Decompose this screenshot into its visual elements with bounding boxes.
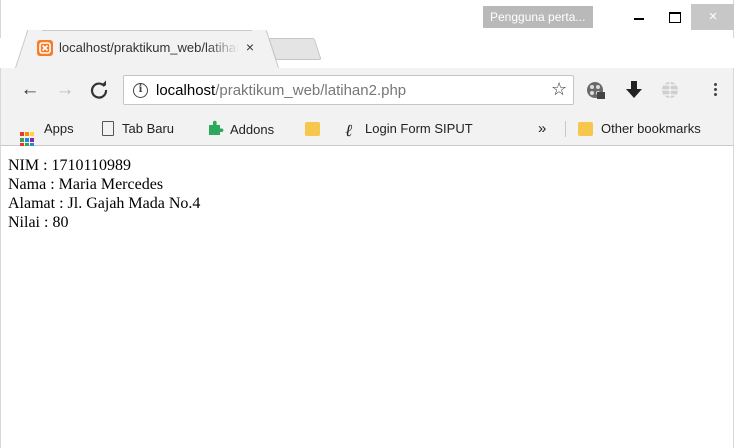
extension-film-icon[interactable] — [584, 79, 606, 101]
reload-icon[interactable] — [88, 79, 110, 101]
page-icon — [102, 121, 114, 136]
tab-active[interactable]: localhost/praktikum_web/latihan2.php × — [26, 30, 268, 68]
minimize-button[interactable] — [619, 4, 659, 30]
browser-toolbar: ← → i localhost/praktikum_web/latihan2.p… — [0, 68, 734, 112]
nama-line: Nama : Maria Mercedes — [8, 176, 164, 193]
url-host: localhost — [156, 82, 216, 99]
maximize-button[interactable] — [655, 4, 695, 30]
new-tab-button[interactable] — [268, 38, 322, 60]
profile-button[interactable]: Pengguna perta... — [483, 6, 593, 28]
bookmark-addons[interactable]: Addons — [206, 119, 274, 139]
menu-icon[interactable] — [704, 81, 726, 103]
bookmark-login-form-label: Login Form SIPUT — [365, 121, 473, 136]
bookmark-star-icon[interactable]: ☆ — [551, 79, 567, 100]
info-icon[interactable]: i — [133, 83, 148, 98]
url-path: /praktikum_web/latihan2.php — [215, 82, 407, 99]
bookmark-folder[interactable] — [305, 119, 328, 139]
globe-extension-icon[interactable] — [659, 79, 681, 101]
close-window-button[interactable]: × — [691, 4, 734, 30]
bookmarks-bar: Apps Tab Baru Addons ℓ Login Form SIPUT »… — [0, 112, 734, 148]
page-content: NIM : 1710110989 Nama : Maria Mercedes A… — [0, 146, 734, 448]
tab-title-fade — [207, 37, 247, 59]
script-l-icon: ℓ — [345, 121, 353, 141]
bookmarks-separator — [565, 121, 566, 137]
puzzle-icon — [206, 119, 224, 135]
bookmark-tab-baru[interactable]: Tab Baru — [102, 119, 174, 139]
bookmark-tab-baru-label: Tab Baru — [122, 121, 175, 136]
folder-icon — [578, 122, 593, 136]
bookmark-other[interactable]: Other bookmarks — [578, 119, 701, 139]
url-text[interactable]: localhost/praktikum_web/latihan2.php — [156, 82, 406, 99]
bookmark-apps-label: Apps — [44, 121, 74, 136]
bookmark-apps[interactable]: Apps — [20, 119, 74, 148]
nim-line: NIM : 1710110989 — [8, 157, 131, 174]
bookmark-other-label: Other bookmarks — [601, 121, 701, 136]
tab-close-icon[interactable]: × — [242, 39, 258, 55]
alamat-line: Alamat : Jl. Gajah Mada No.4 — [8, 195, 201, 212]
bookmark-addons-label: Addons — [230, 122, 275, 137]
bookmark-login-form[interactable]: ℓ Login Form SIPUT — [341, 119, 473, 141]
bookmarks-overflow-button[interactable]: » — [538, 119, 546, 139]
address-bar[interactable]: i localhost/praktikum_web/latihan2.php ☆ — [123, 75, 574, 105]
xampp-favicon-icon — [37, 40, 53, 56]
back-arrow-icon[interactable]: ← — [19, 79, 41, 101]
forward-arrow-icon[interactable]: → — [54, 79, 76, 101]
folder-icon — [305, 122, 320, 136]
nilai-line: Nilai : 80 — [8, 214, 69, 231]
download-icon[interactable] — [623, 79, 645, 101]
